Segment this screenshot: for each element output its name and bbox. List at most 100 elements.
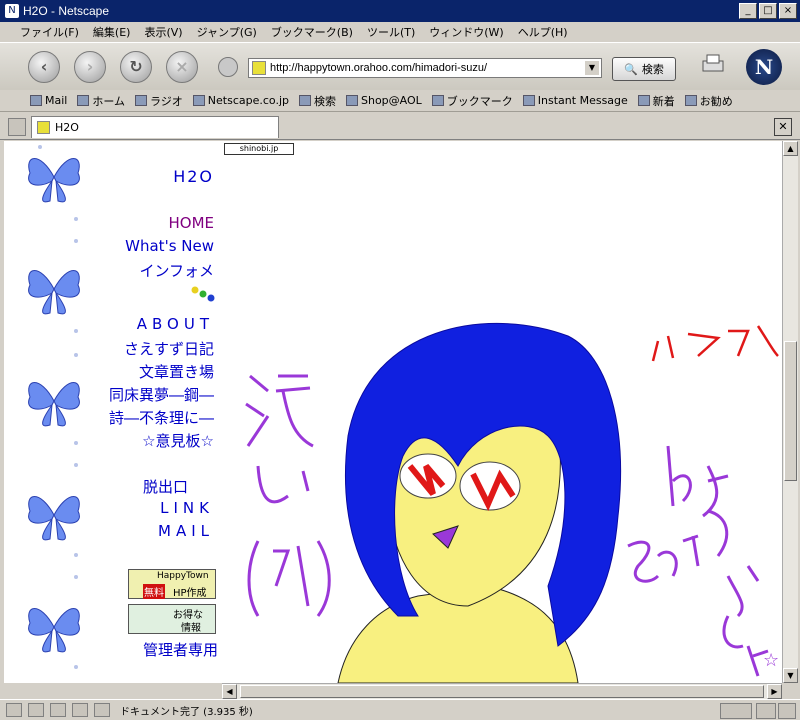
sparkle-dot xyxy=(74,463,78,467)
sparkle-dot xyxy=(74,353,78,357)
personal-toolbar: Mail ホーム ラジオ Netscape.co.jp 検索 Shop@AOL … xyxy=(0,90,800,112)
menu-bookmarks[interactable]: ブックマーク(B) xyxy=(271,24,353,40)
toolbar-shop[interactable]: Shop@AOL xyxy=(346,94,422,107)
vertical-scroll-thumb[interactable] xyxy=(784,341,797,481)
butterfly-icon xyxy=(28,496,80,541)
menu-window[interactable]: ウィンドウ(W) xyxy=(429,24,503,40)
back-button[interactable]: ‹ xyxy=(28,51,60,83)
tab-label: H2O xyxy=(55,121,79,134)
toolbar-home[interactable]: ホーム xyxy=(77,93,125,109)
minimize-button[interactable]: _ xyxy=(739,3,757,19)
hand-drawn-illustration: ☆ xyxy=(245,322,779,683)
scroll-left-arrow[interactable]: ◀ xyxy=(222,684,237,699)
menu-help[interactable]: ヘルプ(H) xyxy=(518,24,568,40)
banner-free-label: 無料 xyxy=(143,584,165,599)
butterfly-icon xyxy=(28,158,80,203)
toolbar-search[interactable]: 検索 xyxy=(299,93,336,109)
netscape-logo-throbber[interactable]: N xyxy=(746,49,782,85)
link-info[interactable]: インフォメ xyxy=(139,260,214,281)
link-dream[interactable]: 同床異夢―鋼― xyxy=(109,384,214,405)
tab-bar: H2O ✕ xyxy=(0,113,800,140)
color-dots-icon xyxy=(191,286,215,302)
netscape-app-icon: N xyxy=(5,4,19,18)
sparkle-dot xyxy=(74,665,78,669)
link-whats-new[interactable]: What's New xyxy=(125,237,214,255)
url-text[interactable]: http://happytown.orahoo.com/himadori-suz… xyxy=(270,62,487,74)
aim-icon[interactable] xyxy=(50,703,66,717)
toolbar-bookmarks[interactable]: ブックマーク xyxy=(431,93,513,109)
banner-deal-line2: 情報 xyxy=(181,623,201,634)
link-home[interactable]: HOME xyxy=(168,214,214,232)
banner-hp-label: HP作成 xyxy=(173,588,207,599)
toolbar-new[interactable]: 新着 xyxy=(637,93,675,109)
link-board[interactable]: ☆意見板☆ xyxy=(142,430,214,451)
scroll-up-arrow[interactable]: ▲ xyxy=(783,141,798,156)
toolbar-recommend[interactable]: お勧め xyxy=(684,93,733,109)
toolbar-mail[interactable]: Mail xyxy=(30,94,67,107)
link-writings[interactable]: 文章置き場 xyxy=(139,361,214,382)
forward-button[interactable]: › xyxy=(74,51,106,83)
scroll-down-arrow[interactable]: ▼ xyxy=(783,668,798,683)
link-diary[interactable]: さえすず日記 xyxy=(124,338,214,359)
horizontal-scroll-thumb[interactable] xyxy=(240,685,764,698)
link-exit[interactable]: 脱出口 xyxy=(143,476,188,497)
my-netscape-icon xyxy=(192,95,205,106)
url-field[interactable]: http://happytown.orahoo.com/himadori-suz… xyxy=(248,58,602,78)
online-status-icon[interactable] xyxy=(720,703,752,719)
sparkle-dot xyxy=(74,575,78,579)
page-icon xyxy=(37,121,50,134)
radio-icon xyxy=(135,95,148,106)
title-bar: N H2O - Netscape _ □ × xyxy=(0,0,800,22)
scroll-right-arrow[interactable]: ▶ xyxy=(767,684,782,699)
page-icon xyxy=(252,61,266,75)
menu-bar: ファイル(F) 編集(E) 表示(V) ジャンプ(G) ブックマーク(B) ツー… xyxy=(0,22,800,42)
bookmark-icon xyxy=(637,95,650,106)
horizontal-scrollbar[interactable]: ◀ ▶ xyxy=(222,683,782,699)
tab-h2o[interactable]: H2O xyxy=(31,116,279,138)
privacy-icon[interactable] xyxy=(756,703,776,719)
happytown-banner[interactable]: HappyTown 無料 HP作成 xyxy=(128,569,216,599)
address-book-icon[interactable] xyxy=(72,703,88,717)
composer-icon[interactable] xyxy=(28,703,44,717)
butterfly-icon xyxy=(28,270,80,315)
search-icon xyxy=(299,95,311,106)
link-mail[interactable]: MAIL xyxy=(158,522,214,540)
search-button[interactable]: 🔍 検索 xyxy=(612,57,676,81)
menu-file[interactable]: ファイル(F) xyxy=(20,24,79,40)
print-icon[interactable] xyxy=(700,51,726,77)
stop-button[interactable]: × xyxy=(166,51,198,83)
reload-button[interactable]: ↻ xyxy=(120,51,152,83)
url-dropdown-icon[interactable]: ▼ xyxy=(585,61,599,75)
menu-go[interactable]: ジャンプ(G) xyxy=(197,24,257,40)
dropdown-history-icon[interactable] xyxy=(218,57,238,77)
bookmark-icon xyxy=(684,95,697,106)
deal-info-banner[interactable]: お得な 情報 xyxy=(128,604,216,634)
status-bar: ドキュメント完了 (3.935 秒) xyxy=(0,699,800,720)
menu-tools[interactable]: ツール(T) xyxy=(367,24,415,40)
home-icon xyxy=(77,95,90,106)
sparkle-dot xyxy=(74,553,78,557)
toolbar-netscape[interactable]: Netscape.co.jp xyxy=(192,94,289,107)
sparkle-dot xyxy=(74,239,78,243)
security-icon[interactable] xyxy=(94,703,110,717)
close-button[interactable]: × xyxy=(779,3,797,19)
site-title: H2O xyxy=(173,167,214,186)
menu-edit[interactable]: 編集(E) xyxy=(93,24,131,40)
link-about[interactable]: ABOUT xyxy=(137,315,214,333)
vertical-scrollbar[interactable]: ▲ ▼ xyxy=(782,141,798,683)
link-admin[interactable]: 管理者専用 xyxy=(143,639,218,660)
shinobi-counter-badge[interactable]: shinobi.jp xyxy=(224,143,294,155)
maximize-button[interactable]: □ xyxy=(759,3,777,19)
close-tab-button[interactable]: ✕ xyxy=(774,118,792,136)
new-tab-icon[interactable] xyxy=(8,118,26,136)
butterfly-icon xyxy=(28,608,80,653)
link-poem[interactable]: 詩―不条理に― xyxy=(109,407,214,428)
toolbar-instant-message[interactable]: Instant Message xyxy=(522,94,628,107)
butterfly-icon xyxy=(28,382,80,427)
status-text: ドキュメント完了 (3.935 秒) xyxy=(120,706,253,718)
toolbar-radio[interactable]: ラジオ xyxy=(135,93,183,109)
link-link[interactable]: LINK xyxy=(160,499,214,517)
bookmark-icon xyxy=(522,95,535,106)
menu-view[interactable]: 表示(V) xyxy=(144,24,182,40)
mail-status-icon[interactable] xyxy=(6,703,22,717)
